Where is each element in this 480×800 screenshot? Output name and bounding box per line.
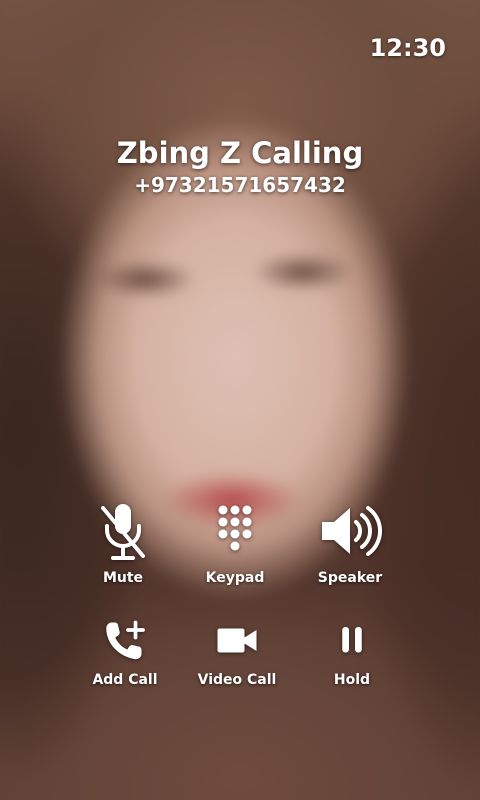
speaker-icon: [322, 506, 382, 556]
status-bar-time: 12:30: [369, 34, 446, 62]
speaker-button[interactable]: Speaker: [290, 500, 410, 586]
add-call-button[interactable]: Add Call: [65, 618, 185, 688]
keypad-button[interactable]: Keypad: [175, 500, 295, 586]
hold-label: Hold: [333, 672, 371, 688]
keypad-label: Keypad: [205, 570, 265, 586]
pause-icon: [342, 627, 362, 653]
speaker-label: Speaker: [317, 570, 383, 586]
incoming-call-screen: 12:30 Zbing Z Calling +97321571657432 Mu…: [0, 0, 480, 800]
caller-info: Zbing Z Calling +97321571657432: [0, 136, 480, 198]
mute-label: Mute: [102, 570, 144, 586]
muted-microphone-icon: [101, 504, 145, 560]
add-call-icon: [106, 620, 145, 660]
video-call-label: Video Call: [197, 672, 277, 688]
keypad-icon: [218, 505, 252, 551]
caller-number: +97321571657432: [134, 173, 346, 197]
hold-button[interactable]: Hold: [292, 618, 412, 688]
mute-button[interactable]: Mute: [63, 500, 183, 586]
video-call-button[interactable]: Video Call: [177, 618, 297, 688]
video-camera-icon: [217, 628, 257, 653]
caller-title: Zbing Z Calling: [116, 136, 364, 170]
add-call-label: Add Call: [92, 672, 158, 688]
